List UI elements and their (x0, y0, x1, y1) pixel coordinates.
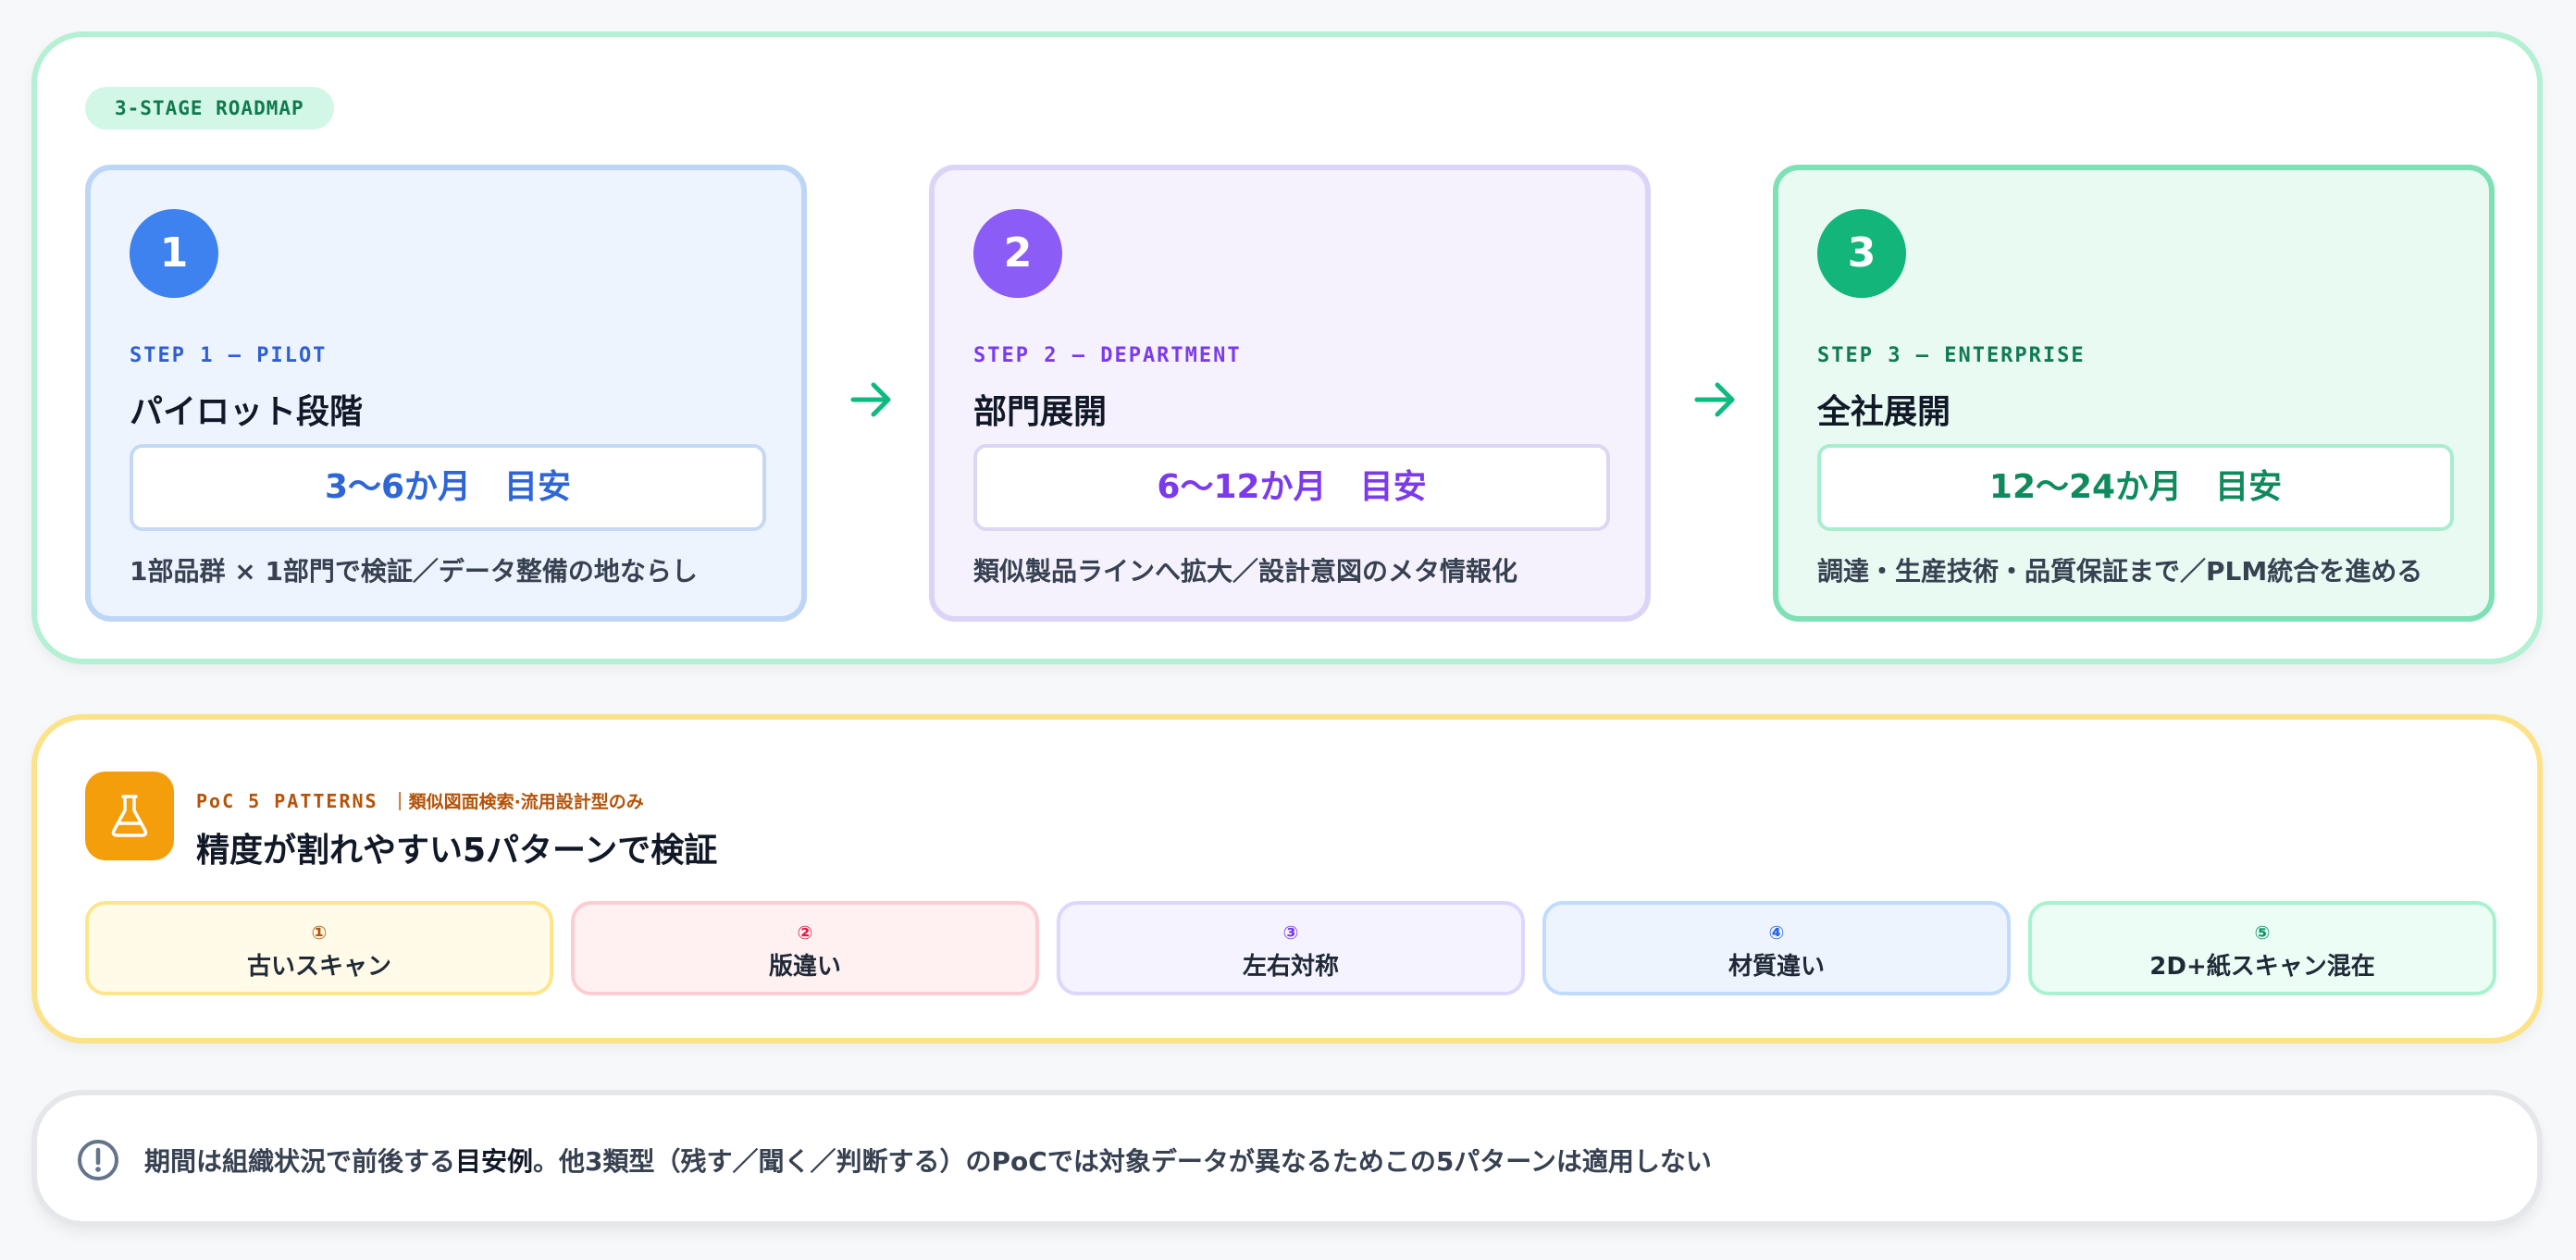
arrow-right-icon (1688, 372, 1743, 427)
flask-icon (85, 772, 174, 860)
pattern-label: 左右対称 (1242, 953, 1339, 981)
step-eyebrow: STEP 3 — ENTERPRISE (1817, 344, 2086, 367)
roadmap-panel: 3-STAGE ROADMAP 1 STEP 1 — PILOT パイロット段階… (31, 31, 2543, 664)
pattern-card-symmetry: ③ 左右対称 (1057, 901, 1525, 995)
step-description: 1部品群 × 1部門で検証／データ整備の地ならし (130, 556, 698, 587)
step-number-badge: 2 (973, 209, 1062, 298)
step-duration: 3〜6か月 目安 (130, 444, 766, 531)
pattern-card-mixed-2d-scan: ⑤ 2D+紙スキャン混在 (2028, 901, 2496, 995)
note-panel: 期間は組織状況で前後する目安例。他3類型（残す／聞く／判断する）のPoCでは対象… (31, 1090, 2543, 1227)
pattern-number: ④ (1768, 921, 1785, 944)
pattern-card-old-scan: ① 古いスキャン (85, 901, 553, 995)
note-text-before: 期間は組織状況で前後する (144, 1146, 456, 1177)
info-circle-icon (76, 1138, 120, 1182)
arrow-right-icon (844, 372, 899, 427)
step-description: 調達・生産技術・品質保証まで／PLM統合を進める (1817, 556, 2423, 587)
note-text-after: 。他3類型（残す／聞く／判断する）のPoCでは対象データが異なるためこの5パター… (533, 1146, 1712, 1177)
poc-eyebrow: PoC 5 PATTERNS ｜類似図面検索·流用設計型のみ (196, 788, 644, 813)
poc-eyebrow-label: PoC 5 PATTERNS (196, 790, 378, 812)
roadmap-badge: 3-STAGE ROADMAP (85, 87, 334, 130)
pattern-card-material-diff: ④ 材質違い (1542, 901, 2011, 995)
step-eyebrow: STEP 1 — PILOT (130, 344, 328, 367)
note-text: 期間は組織状況で前後する目安例。他3類型（残す／聞く／判断する）のPoCでは対象… (144, 1142, 1712, 1179)
pattern-number: ① (311, 921, 328, 944)
pattern-number: ③ (1282, 921, 1299, 944)
step-card-enterprise: 3 STEP 3 — ENTERPRISE 全社展開 12〜24か月 目安 調達… (1773, 165, 2495, 622)
step-title: 部門展開 (973, 393, 1108, 431)
note-emphasis: 目安例 (455, 1146, 534, 1177)
pattern-number: ② (797, 921, 813, 944)
step-card-department: 2 STEP 2 — DEPARTMENT 部門展開 6〜12か月 目安 類似製… (929, 165, 1651, 622)
step-title: 全社展開 (1817, 393, 1951, 431)
pattern-label: 古いスキャン (246, 953, 391, 981)
poc-patterns-panel: PoC 5 PATTERNS ｜類似図面検索·流用設計型のみ 精度が割れやすい5パ… (31, 714, 2543, 1044)
step-number-badge: 3 (1817, 209, 1906, 298)
pattern-number: ⑤ (2254, 921, 2271, 944)
step-card-pilot: 1 STEP 1 — PILOT パイロット段階 3〜6か月 目安 1部品群 ×… (85, 165, 807, 622)
pattern-label: 2D+紙スキャン混在 (2149, 953, 2375, 981)
step-duration: 6〜12か月 目安 (973, 444, 1610, 531)
step-duration: 12〜24か月 目安 (1817, 444, 2454, 531)
pattern-label: 材質違い (1728, 953, 1825, 981)
pattern-card-version-diff: ② 版違い (571, 901, 1039, 995)
step-title: パイロット段階 (130, 393, 364, 431)
poc-eyebrow-sub: ｜類似図面検索·流用設計型のみ (390, 792, 644, 812)
step-number-badge: 1 (130, 209, 218, 298)
step-eyebrow: STEP 2 — DEPARTMENT (973, 344, 1242, 367)
step-description: 類似製品ラインへ拡大／設計意図のメタ情報化 (973, 556, 1518, 587)
pattern-label: 版違い (768, 953, 841, 981)
poc-title: 精度が割れやすい5パターンで検証 (196, 832, 718, 870)
